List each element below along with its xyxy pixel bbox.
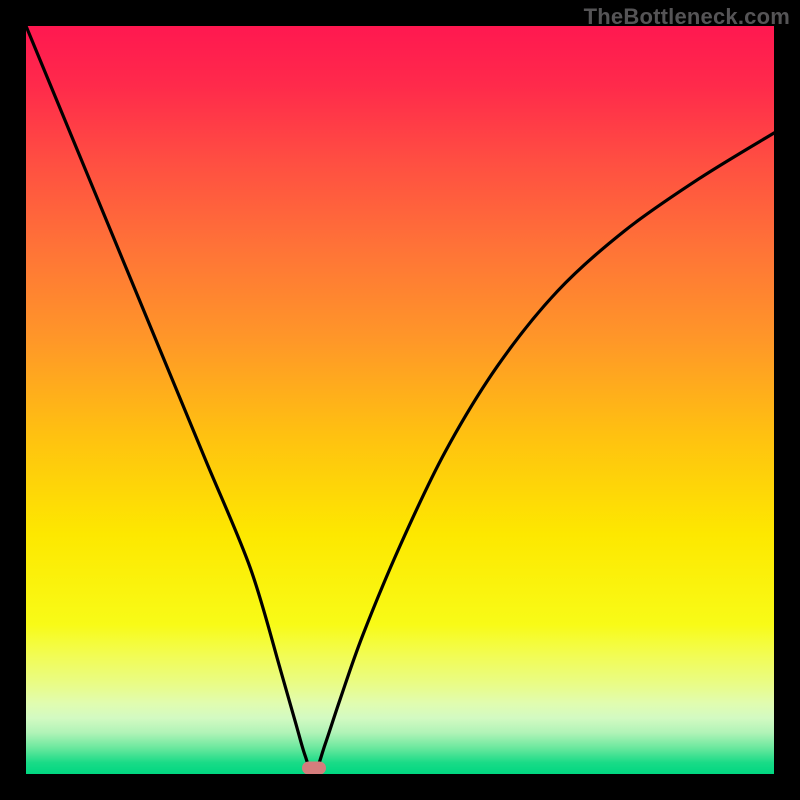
- curve-layer: [26, 26, 774, 774]
- plot-area: [26, 26, 774, 774]
- watermark-text: TheBottleneck.com: [584, 4, 790, 30]
- optimum-marker: [302, 762, 326, 775]
- bottleneck-curve: [26, 26, 774, 774]
